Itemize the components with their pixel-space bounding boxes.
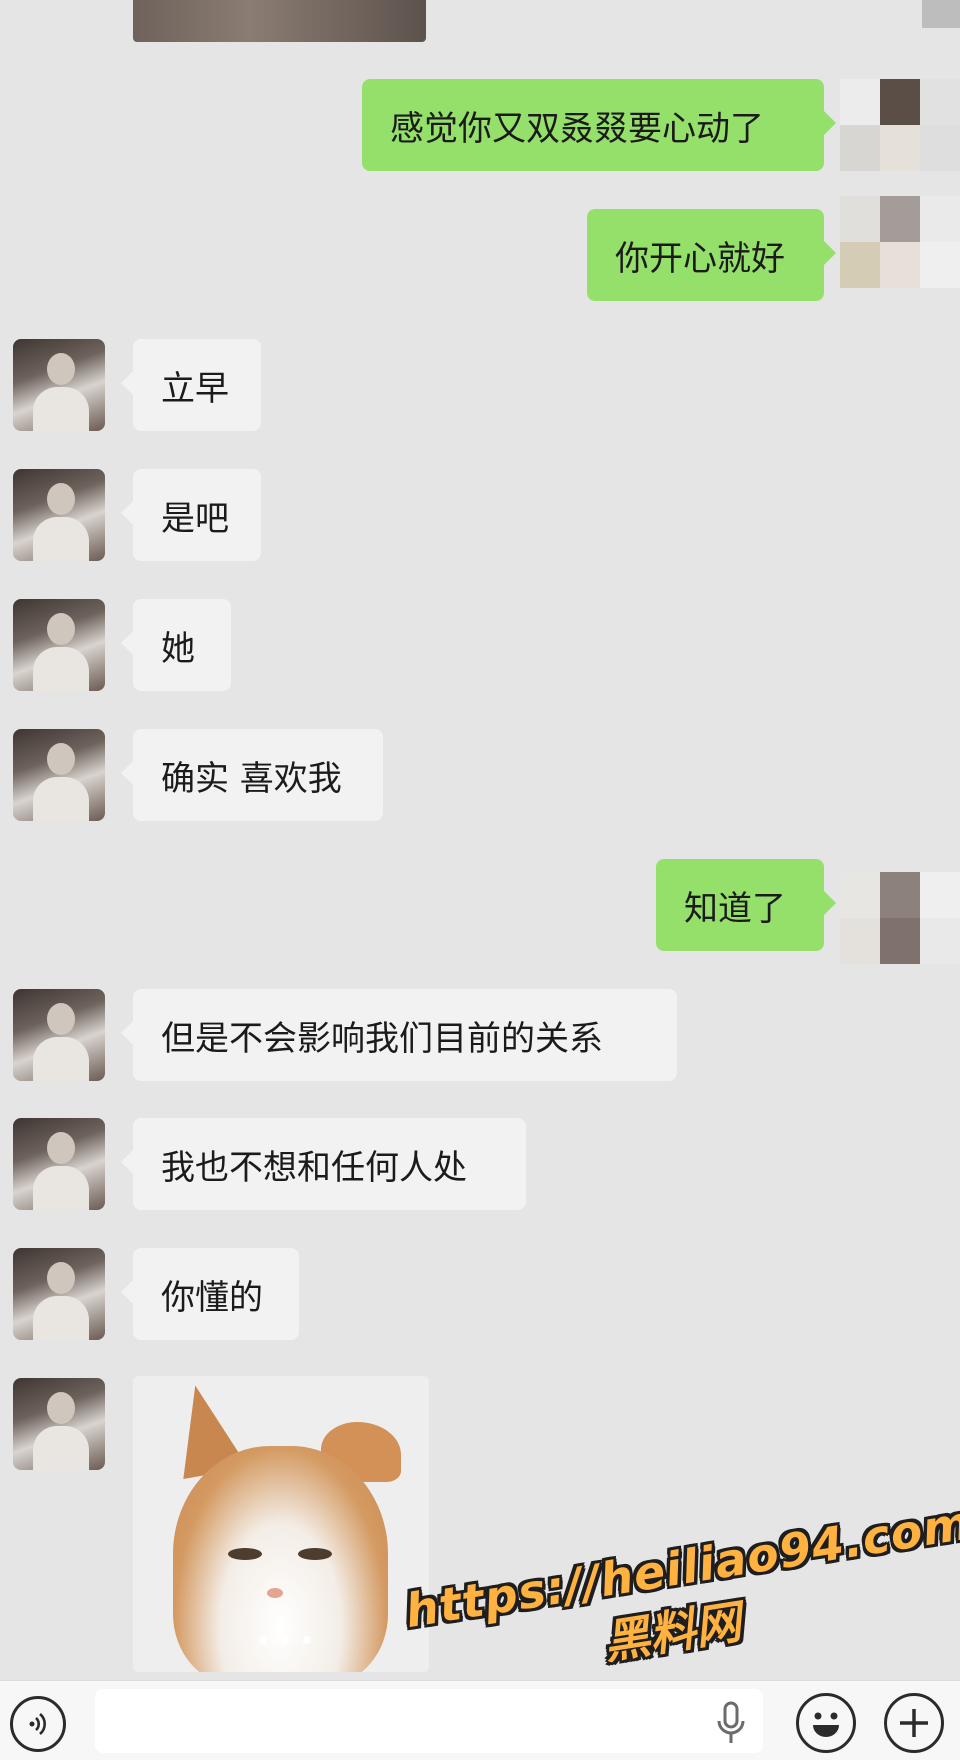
plus-sign-icon [900, 1709, 928, 1737]
message-text: 但是不会影响我们目前的关系 [161, 1018, 603, 1059]
message-text: 确实 喜欢我 [161, 758, 342, 799]
message-bubble-incoming[interactable]: 确实 喜欢我 [121, 729, 383, 821]
message-text: 立早 [161, 368, 229, 409]
avatar[interactable] [13, 599, 105, 691]
avatar[interactable] [13, 339, 105, 431]
message-bubble-incoming[interactable]: 你懂的 [121, 1248, 299, 1340]
avatar-self[interactable] [840, 79, 960, 171]
message-bubble-incoming[interactable]: 我也不想和任何人处 [121, 1118, 526, 1210]
message-text: 是吧 [161, 498, 229, 539]
message-text: 你懂的 [161, 1277, 263, 1318]
avatar[interactable] [13, 1248, 105, 1340]
avatar[interactable] [13, 729, 105, 821]
avatar-self[interactable] [840, 872, 960, 964]
voice-icon[interactable] [10, 1696, 66, 1752]
cat-sticker[interactable] [133, 1376, 429, 1672]
image-message-partial[interactable] [133, 0, 426, 42]
message-bubble-incoming[interactable]: 立早 [121, 339, 261, 431]
message-text: 知道了 [684, 888, 786, 929]
cat-nose [267, 1588, 283, 1598]
cat-eye-left [228, 1548, 262, 1560]
message-bubble-outgoing[interactable]: 你开心就好 [587, 209, 836, 301]
message-text: 感觉你又双叒叕要心动了 [390, 108, 764, 149]
avatar[interactable] [13, 989, 105, 1081]
plus-icon[interactable] [884, 1693, 944, 1753]
message-bubble-outgoing[interactable]: 知道了 [656, 859, 836, 951]
avatar[interactable] [13, 1378, 105, 1470]
message-bubble-incoming[interactable]: 她 [121, 599, 231, 691]
message-text: 你开心就好 [615, 238, 785, 279]
avatar[interactable] [13, 469, 105, 561]
message-bubble-incoming[interactable]: 但是不会影响我们目前的关系 [121, 989, 677, 1081]
avatar-partial[interactable] [922, 0, 960, 28]
message-bubble-outgoing[interactable]: 感觉你又双叒叕要心动了 [362, 79, 836, 171]
voice-waves-icon [29, 1713, 46, 1735]
emoji-icon[interactable] [796, 1693, 856, 1753]
avatar-self[interactable] [840, 196, 960, 288]
message-text: 我也不想和任何人处 [161, 1147, 467, 1188]
message-text: 她 [161, 628, 195, 669]
avatar[interactable] [13, 1118, 105, 1210]
loading-dots [240, 1636, 330, 1644]
smile-face-icon [813, 1712, 839, 1737]
chat-area[interactable]: 感觉你又双叒叕要心动了 你开心就好 立早 是吧 她 确实 喜欢我 知道了 但是不… [0, 0, 960, 1680]
cat-eye-right [298, 1548, 332, 1560]
message-bubble-incoming[interactable]: 是吧 [121, 469, 261, 561]
